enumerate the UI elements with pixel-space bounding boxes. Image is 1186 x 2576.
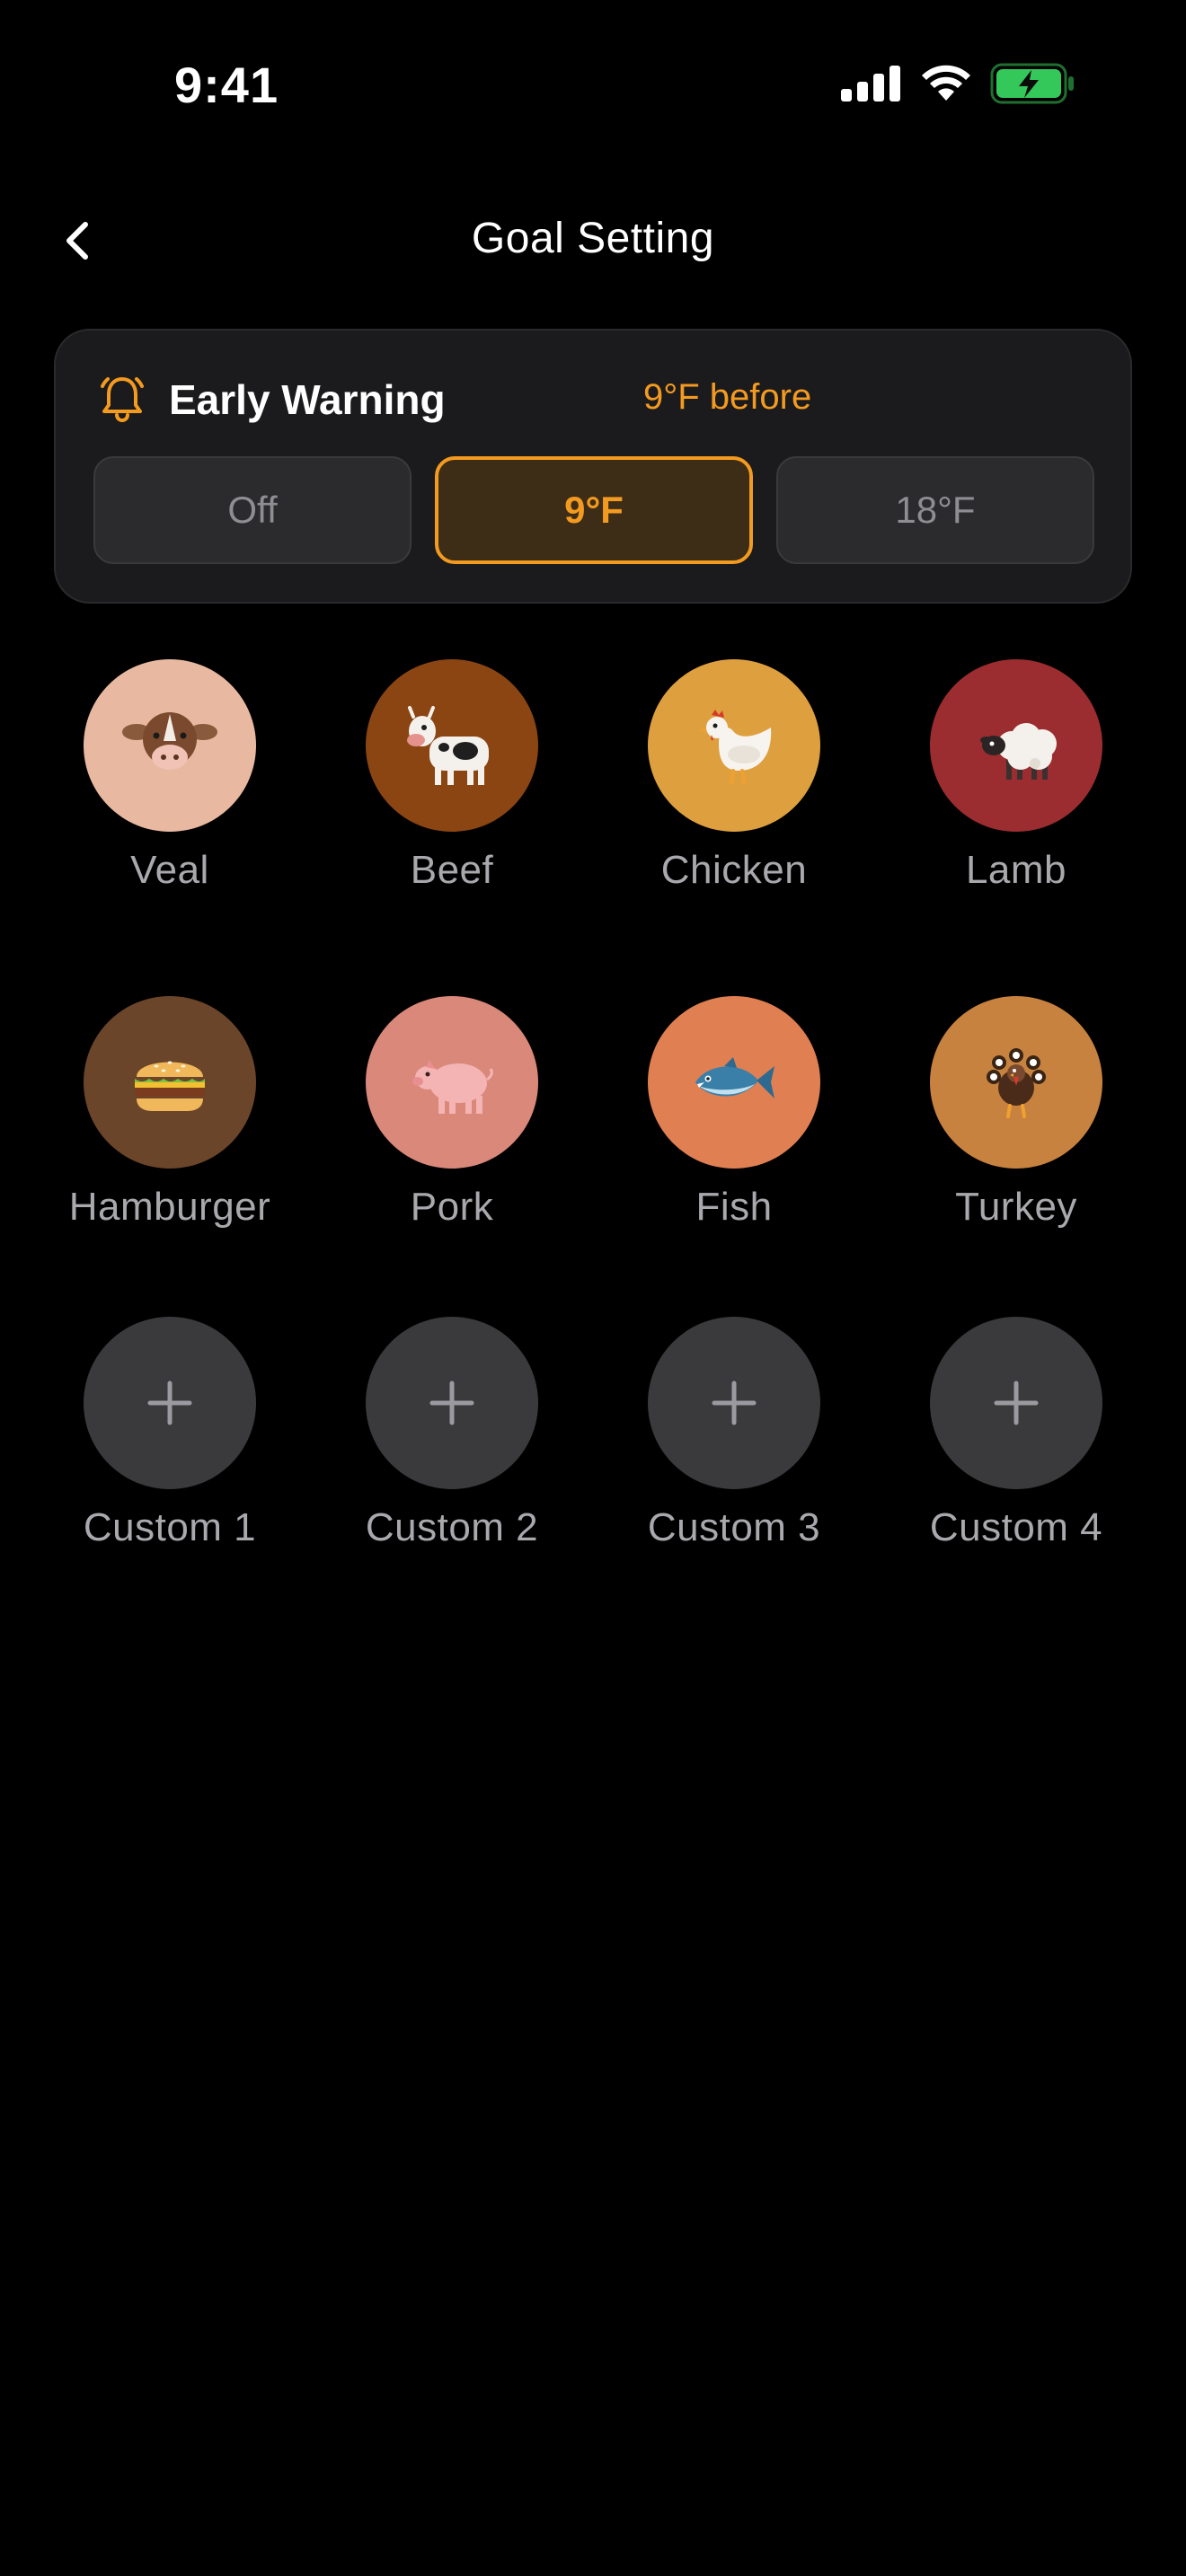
preset-label: Custom 2 <box>365 1505 539 1549</box>
preset-veal[interactable]: Veal <box>44 659 296 929</box>
preset-chicken[interactable]: Chicken <box>608 659 860 929</box>
preset-label: Fish <box>695 1185 773 1229</box>
preset-custom-2-circle <box>366 1317 538 1489</box>
plus-icon <box>994 1381 1039 1425</box>
chicken-icon <box>699 710 772 785</box>
bell-icon <box>101 377 144 422</box>
plus-icon <box>147 1381 192 1425</box>
warning-option-9f[interactable]: 9°F <box>435 456 753 564</box>
preset-custom-1[interactable]: Custom 1 <box>44 1317 296 1586</box>
preset-label: Chicken <box>660 848 808 892</box>
signal-icon <box>841 66 900 101</box>
preset-label: Turkey <box>955 1185 1077 1229</box>
veal-icon <box>122 712 217 770</box>
preset-label: Custom 1 <box>83 1505 257 1549</box>
preset-custom-3-circle <box>648 1317 820 1489</box>
preset-label: Lamb <box>965 848 1067 892</box>
preset-pork[interactable]: Pork <box>326 996 578 1266</box>
preset-custom-2[interactable]: Custom 2 <box>326 1317 578 1586</box>
cow-icon <box>407 706 489 785</box>
preset-custom-4[interactable]: Custom 4 <box>890 1317 1142 1586</box>
status-bar: 9:41 <box>0 0 1186 171</box>
preset-label: Beef <box>410 848 494 892</box>
early-warning-card: Early Warning 9°F before Off 9°F 18°F <box>54 329 1132 604</box>
preset-custom-3[interactable]: Custom 3 <box>608 1317 860 1586</box>
preset-label: Hamburger <box>68 1185 271 1229</box>
early-warning-title: Early Warning <box>169 376 446 423</box>
pig-icon <box>412 1060 493 1114</box>
early-warning-value: 9°F before <box>643 377 812 417</box>
preset-lamb-circle <box>930 659 1102 832</box>
fish-icon <box>695 1057 774 1098</box>
preset-fish[interactable]: Fish <box>608 996 860 1266</box>
warning-option-off[interactable]: Off <box>93 456 412 564</box>
wifi-icon <box>922 65 970 101</box>
preset-custom-1-circle <box>84 1317 256 1489</box>
preset-beef[interactable]: Beef <box>326 659 578 929</box>
preset-turkey-circle <box>930 996 1102 1169</box>
plus-icon <box>712 1381 757 1425</box>
preset-label: Custom 4 <box>929 1505 1103 1549</box>
preset-custom-4-circle <box>930 1317 1102 1489</box>
preset-label: Custom 3 <box>647 1505 821 1549</box>
preset-hamburger[interactable]: Hamburger <box>44 996 296 1266</box>
turkey-icon <box>987 1048 1046 1118</box>
preset-veal-circle <box>84 659 256 832</box>
status-icons <box>841 63 1076 104</box>
preset-turkey[interactable]: Turkey <box>890 996 1142 1266</box>
preset-fish-circle <box>648 996 820 1169</box>
preset-hamburger-circle <box>84 996 256 1169</box>
battery-charging-icon <box>990 63 1074 104</box>
preset-chicken-circle <box>648 659 820 832</box>
preset-beef-circle <box>366 659 538 832</box>
warning-option-18f[interactable]: 18°F <box>776 456 1094 564</box>
plus-icon <box>429 1381 474 1425</box>
preset-lamb[interactable]: Lamb <box>890 659 1142 929</box>
preset-label: Veal <box>130 848 209 892</box>
page-title: Goal Setting <box>471 215 715 262</box>
preset-pork-circle <box>366 996 538 1169</box>
sheep-icon <box>980 723 1057 780</box>
preset-label: Pork <box>410 1185 494 1229</box>
hamburger-icon <box>135 1061 205 1111</box>
status-time: 9:41 <box>174 57 279 113</box>
